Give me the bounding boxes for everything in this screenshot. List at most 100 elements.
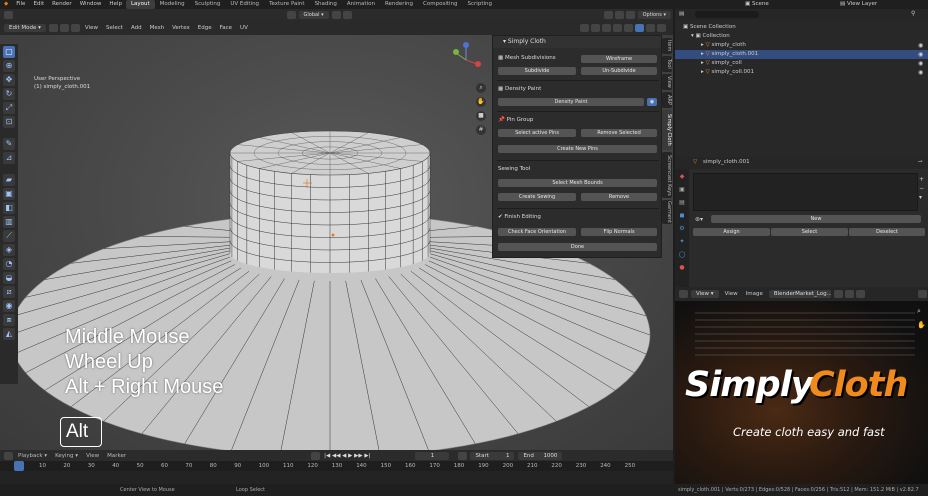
nav-gizmo[interactable] [453,42,481,67]
workspace-tab-rendering[interactable]: Rendering [380,0,418,9]
image-browse-field[interactable]: BlenderMarket_Log... [768,290,831,298]
camera-icon[interactable]: ■ [476,111,486,121]
eye-toggle-icon[interactable]: ◉ [647,98,657,106]
pin-icon[interactable]: ⊸ [918,159,923,165]
outliner-item-simply-cloth[interactable]: ▸ ▽ simply_cloth [675,41,928,50]
select-button[interactable]: Select [771,228,848,236]
workspace-tab-modeling[interactable]: Modeling [155,0,190,9]
outliner-item-simply-coll-001[interactable]: ▸ ▽ simply_coll.001 [675,68,928,77]
menu-mesh[interactable]: Mesh [146,25,168,31]
view-mode-dropdown[interactable]: View ▾ [691,290,719,298]
assign-button[interactable]: Assign [693,228,770,236]
menu-keying[interactable]: Keying ▾ [51,453,82,459]
blender-logo-icon[interactable]: ◆ [0,0,12,9]
mirror-x-icon[interactable] [603,11,613,19]
frame-ruler[interactable]: 1102030405060708090100110120130140150160… [0,461,673,471]
check-face-orientation-button[interactable]: Check Face Orientation [498,228,576,236]
workspace-tab-sculpting[interactable]: Sculpting [190,0,226,9]
playback-controls[interactable]: |◀ ◀◀ ◀ ▶ ▶▶ ▶| [321,453,373,459]
snap-icon[interactable] [331,11,341,19]
tab-simply-cloth[interactable]: Simply Cloth [662,110,672,150]
end-frame-field[interactable]: End 1000 [518,451,563,460]
rip-region-icon[interactable]: ◭ [3,328,15,340]
view-layer-selector[interactable]: ▤ View Layer [840,0,877,9]
outliner-scene-collection[interactable]: ▣ Scene Collection [675,23,928,32]
flip-normals-button[interactable]: Flip Normals [581,228,657,236]
poly-build-icon[interactable]: ◈ [3,244,15,256]
transform-pivot-icon[interactable] [286,11,296,19]
workspace-tab-animation[interactable]: Animation [342,0,380,9]
select-box-icon[interactable]: ▢ [3,46,15,58]
menu-marker[interactable]: Marker [103,453,130,459]
loop-cut-icon[interactable]: ▥ [3,216,15,228]
zoom-icon[interactable]: ⌕ [476,83,486,93]
un-subdivide-button[interactable]: Un-Subdivide [581,67,657,75]
overlay-icon[interactable] [602,24,611,32]
workspace-tab-layout[interactable]: Layout [125,0,155,9]
menu-help[interactable]: Help [105,0,126,9]
editor-type-icon[interactable] [4,11,13,19]
record-icon[interactable] [311,451,321,460]
menu-image-view[interactable]: View [721,291,742,297]
done-button[interactable]: Done [498,243,657,251]
new-button[interactable]: New [711,215,921,223]
annotate-icon[interactable]: ✎ [3,138,15,150]
current-frame-field[interactable]: 1 [415,451,450,460]
spin-icon[interactable]: ◔ [3,258,15,270]
physics-tab-icon[interactable]: ◯ [675,251,689,258]
tool-tab-icon[interactable]: ◆ [675,173,689,180]
tab-item[interactable]: Item [662,38,672,54]
menu-add[interactable]: Add [127,25,146,31]
density-paint-button[interactable]: Density Paint [498,98,644,106]
timeline-editor-icon[interactable] [4,451,13,460]
menu-select[interactable]: Select [102,25,127,31]
particles-tab-icon[interactable]: ✦ [675,238,689,245]
image-close-icon[interactable] [855,290,865,298]
remove-sewing-button[interactable]: Remove [581,193,657,201]
transform-icon[interactable]: ⊡ [3,116,15,128]
inset-icon[interactable]: ▣ [3,188,15,200]
menu-window[interactable]: Window [76,0,106,9]
options-dropdown[interactable]: Options ▾ [637,11,671,19]
shading-rendered-icon[interactable] [657,24,666,32]
pan-hand-icon-image[interactable]: ✋ [917,321,926,329]
deselect-button[interactable]: Deselect [849,228,925,236]
timeline[interactable]: Playback ▾ Keying ▾ View Marker |◀ ◀◀ ◀ … [0,450,673,484]
face-select-icon[interactable] [70,24,80,32]
menu-file[interactable]: File [12,0,29,9]
menu-playback[interactable]: Playback ▾ [14,453,51,459]
smooth-icon[interactable]: ◒ [3,272,15,284]
workspace-tab-scripting[interactable]: Scripting [463,0,497,9]
shrink-fatten-icon[interactable]: ◉ [3,300,15,312]
material-tab-icon[interactable]: ● [675,264,689,271]
remove-selected-button[interactable]: Remove Selected [581,129,657,137]
tab-arp[interactable]: ARP [662,92,672,108]
shading-wire-icon[interactable] [624,24,633,32]
menu-image[interactable]: Image [742,291,767,297]
gizmo-icon[interactable] [591,24,600,32]
outliner-search-input[interactable] [695,11,759,18]
visibility-icon[interactable] [580,24,589,32]
object-tab-icon[interactable]: ◼ [675,212,689,219]
subdivide-button[interactable]: Subdivide [498,67,576,75]
xray-icon[interactable] [613,24,622,32]
menu-uv[interactable]: UV [236,25,252,31]
outliner-collection[interactable]: ▾ ▣ Collection [675,32,928,41]
menu-edge[interactable]: Edge [194,25,216,31]
move-icon[interactable]: ✥ [3,74,15,86]
select-active-pins-button[interactable]: Select active Pins [498,129,576,137]
render-tab-icon[interactable]: ▣ [675,186,689,193]
workspace-tab-uv-editing[interactable]: UV Editing [225,0,264,9]
edge-select-icon[interactable] [59,24,69,32]
menu-face[interactable]: Face [216,25,236,31]
scale-icon[interactable]: ⤢ [3,102,15,114]
image-folder-icon[interactable] [844,290,854,298]
image-pin-icon[interactable] [918,290,927,298]
wireframe-button[interactable]: Wireframe [581,55,657,63]
browse-icon[interactable]: ⊛▾ [695,216,703,223]
select-mesh-bounds-button[interactable]: Select Mesh Bounds [498,179,657,187]
create-new-pins-button[interactable]: Create New Pins [498,145,657,153]
image-editor-type-icon[interactable] [679,290,688,298]
output-tab-icon[interactable]: ▤ [675,199,689,206]
start-frame-field[interactable]: Start 1 [470,451,515,460]
